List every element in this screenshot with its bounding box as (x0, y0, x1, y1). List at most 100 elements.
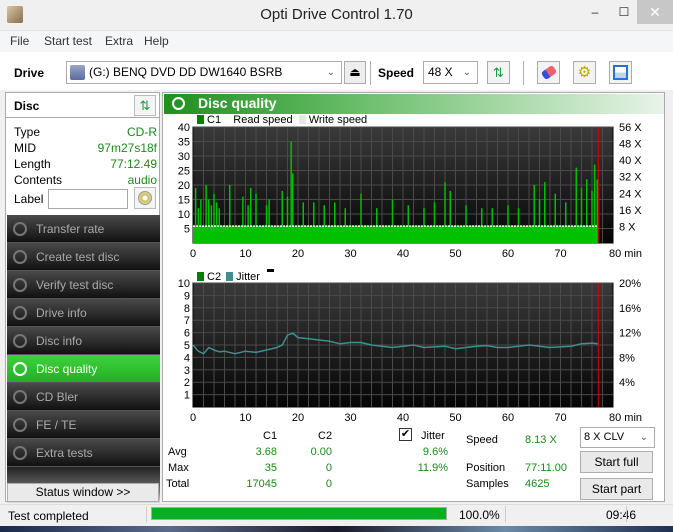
nav-label: Verify test disc (36, 278, 114, 292)
disc-title: Disc (14, 99, 40, 113)
col-jitter-header: Jitter (421, 430, 445, 442)
label-disc-button[interactable] (134, 187, 156, 209)
position-label: Position (466, 462, 506, 474)
refresh-icon: ⇅ (139, 98, 151, 113)
drive-select[interactable]: (G:) BENQ DVD DD DW1640 BSRB ⌄ (66, 61, 342, 84)
nav-label: Drive info (36, 306, 87, 320)
menu-help[interactable]: Help (144, 34, 169, 48)
x-tick-label: 60 (502, 248, 514, 260)
menu-bar: File Start test Extra Help (0, 30, 673, 52)
x-tick-label: 50 (449, 248, 461, 260)
save-button[interactable] (609, 61, 632, 84)
nav-label: Create test disc (36, 250, 120, 264)
x-tick-label: 80 min (609, 412, 642, 424)
y-tick-label: 9 (184, 290, 190, 302)
jitter-chart: 123456789100 10 20 30 40 50 60 70 80 min4%8%12%1… (178, 278, 642, 424)
progress-fill (152, 508, 446, 519)
info-key: Contents (14, 173, 63, 187)
close-button[interactable]: ✕ (637, 0, 673, 24)
menu-extra[interactable]: Extra (105, 34, 133, 48)
nav-extra-tests[interactable]: Extra tests (7, 439, 160, 467)
nav-verify-test-disc[interactable]: Verify test disc (7, 271, 160, 299)
x-tick-label: 10 (239, 412, 251, 424)
info-value: audio (127, 173, 157, 187)
start-full-button[interactable]: Start full (580, 451, 653, 473)
progress-bar (151, 507, 447, 520)
progress-text: 100.0% (459, 508, 500, 522)
disc-icon (13, 418, 27, 432)
status-text: Test completed (8, 509, 89, 523)
y-tick-label: 10 (178, 278, 190, 290)
panel-title: Disc quality (198, 95, 277, 111)
disc-icon (13, 390, 27, 404)
x-tick-label: 30 (344, 248, 356, 260)
y2-tick-label: 16% (619, 303, 641, 315)
refresh-icon: ⇅ (493, 65, 504, 80)
x-tick-label: 20 (292, 248, 304, 260)
y-tick-label: 2 (184, 377, 190, 389)
col-c2-header: C2 (318, 430, 333, 442)
start-part-button[interactable]: Start part (580, 478, 653, 500)
refresh-speed-button[interactable]: ⇅ (487, 61, 510, 84)
nav-cd-bler[interactable]: CD Bler (7, 383, 160, 411)
speed-value: 48 X (428, 65, 453, 79)
panel-header: Disc quality (164, 94, 664, 114)
y2-tick-label: 40 X (619, 155, 642, 167)
x-tick-label: 70 (554, 412, 566, 424)
eject-icon: ⏏ (349, 65, 361, 79)
avg-c2: 0.00 (310, 446, 332, 458)
c1-chart: 5 10 15 20 25 30 35 40 0 10 20 30 40 50 60 70 80 min 8 X 1… (178, 122, 643, 260)
maximize-button[interactable]: ☐ (609, 0, 639, 24)
erase-button[interactable] (537, 61, 560, 84)
test-speed-select[interactable]: 8 X CLV ⌄ (580, 427, 655, 448)
disc-icon (13, 250, 27, 264)
status-divider (146, 506, 147, 522)
info-key: Type (14, 125, 41, 139)
cd-icon (138, 191, 152, 205)
minimize-button[interactable]: – (580, 0, 610, 24)
x-tick-label: 80 min (609, 248, 642, 260)
menu-file[interactable]: File (10, 34, 29, 48)
row-total-label: Total (166, 478, 190, 490)
status-divider (626, 506, 627, 522)
y-tick-label: 5 (184, 340, 190, 352)
nav-label: Extra tests (36, 446, 93, 460)
settings-button[interactable]: ⚙ (573, 61, 596, 84)
y2-tick-label: 20% (619, 278, 641, 290)
total-c2: 0 (325, 478, 332, 490)
nav-disc-info[interactable]: Disc info (7, 327, 160, 355)
chevron-down-icon: ⌄ (462, 67, 471, 78)
x-tick-label: 40 (397, 412, 409, 424)
nav-drive-info[interactable]: Drive info (7, 299, 160, 327)
toolbar-divider (370, 61, 371, 85)
total-c1: 17045 (246, 478, 277, 490)
speed-label: Speed (378, 66, 415, 80)
gears-icon: ⚙ (577, 64, 592, 81)
label-input[interactable] (48, 189, 128, 209)
max-c2: 0 (325, 462, 332, 474)
avg-c1: 3.68 (255, 446, 277, 458)
y2-tick-label: 8% (619, 352, 635, 364)
speed-select[interactable]: 48 X ⌄ (423, 61, 478, 84)
nav-transfer-rate[interactable]: Transfer rate (7, 215, 160, 243)
eject-button[interactable]: ⏏ (344, 61, 366, 84)
nav-create-test-disc[interactable]: Create test disc (7, 243, 160, 271)
y2-tick-label: 56 X (619, 122, 642, 134)
menu-start-test[interactable]: Start test (44, 34, 92, 48)
y2-tick-label: 16 X (619, 205, 642, 217)
status-window-button[interactable]: Status window >> (7, 483, 159, 502)
nav-fe-te[interactable]: FE / TE (7, 411, 160, 439)
avg-jitter: 9.6% (422, 446, 448, 458)
y-tick-label: 40 (178, 122, 190, 134)
disc-refresh-button[interactable]: ⇅ (134, 95, 156, 116)
chevron-down-icon: ⌄ (326, 67, 335, 78)
jitter-checkbox[interactable]: ✔ (399, 428, 412, 441)
y-tick-label: 1 (184, 390, 190, 402)
y2-tick-label: 32 X (619, 172, 642, 184)
disc-icon (13, 306, 27, 320)
nav-disc-quality[interactable]: Disc quality (7, 355, 160, 383)
y-tick-label: 3 (184, 365, 190, 377)
disc-icon (13, 334, 27, 348)
samples-label: Samples (466, 478, 509, 490)
y-tick-label: 25 (178, 166, 190, 178)
